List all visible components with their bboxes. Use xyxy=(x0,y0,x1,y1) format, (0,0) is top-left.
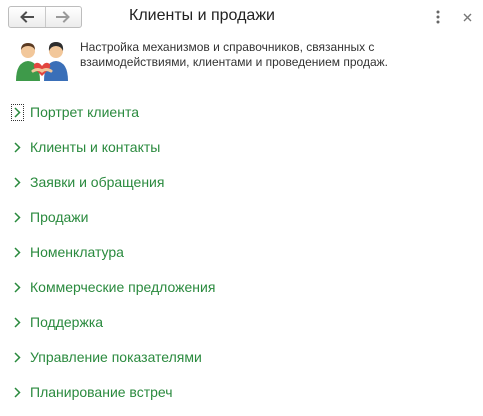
menu-item-sales[interactable]: Продажи xyxy=(11,201,471,236)
menu-item-label: Планирование встреч xyxy=(30,384,173,400)
menu-item-clients-contacts[interactable]: Клиенты и контакты xyxy=(11,131,471,166)
menu-item-label: Заявки и обращения xyxy=(30,174,165,190)
more-vertical-icon xyxy=(436,10,440,24)
arrow-left-icon xyxy=(19,11,34,23)
menu-item-label: Портрет клиента xyxy=(30,104,139,120)
menu-item-label: Поддержка xyxy=(30,314,104,330)
more-actions-button[interactable] xyxy=(432,9,444,25)
form-header: Клиенты и продажи xyxy=(0,0,483,36)
menu-item-label: Продажи xyxy=(30,209,89,225)
chevron-right-icon xyxy=(11,349,24,366)
chevron-right-icon xyxy=(11,279,24,296)
menu-item-support[interactable]: Поддержка xyxy=(11,306,471,341)
menu-item-nomenclature[interactable]: Номенклатура xyxy=(11,236,471,271)
chevron-right-icon xyxy=(11,174,24,191)
close-icon xyxy=(463,13,471,21)
menu-item-commercial-offers[interactable]: Коммерческие предложения xyxy=(11,271,471,306)
menu-item-label: Номенклатура xyxy=(30,244,124,260)
chevron-right-icon xyxy=(11,314,24,331)
chevron-right-icon xyxy=(11,384,24,401)
section-description: Настройка механизмов и справочников, свя… xyxy=(80,40,388,69)
page-title: Клиенты и продажи xyxy=(129,7,275,24)
settings-menu: Портрет клиента Клиенты и контакты Заявк… xyxy=(11,96,471,411)
chevron-right-icon xyxy=(11,104,24,121)
menu-item-client-portrait[interactable]: Портрет клиента xyxy=(11,96,471,131)
back-button[interactable] xyxy=(9,7,45,27)
forward-button[interactable] xyxy=(44,7,82,27)
chevron-right-icon xyxy=(11,244,24,261)
menu-item-label: Управление показателями xyxy=(30,349,202,365)
menu-item-indicator-management[interactable]: Управление показателями xyxy=(11,341,471,376)
section-intro: Настройка механизмов и справочников, свя… xyxy=(14,40,474,86)
people-handshake-icon xyxy=(16,42,68,81)
navigation-buttons xyxy=(8,6,82,28)
arrow-right-icon xyxy=(56,11,71,23)
close-button[interactable] xyxy=(460,10,474,24)
menu-item-label: Коммерческие предложения xyxy=(30,279,216,295)
menu-item-label: Клиенты и контакты xyxy=(30,139,161,155)
menu-item-requests-appeals[interactable]: Заявки и обращения xyxy=(11,166,471,201)
menu-item-meeting-planning[interactable]: Планирование встреч xyxy=(11,376,471,411)
chevron-right-icon xyxy=(11,139,24,156)
chevron-right-icon xyxy=(11,209,24,226)
